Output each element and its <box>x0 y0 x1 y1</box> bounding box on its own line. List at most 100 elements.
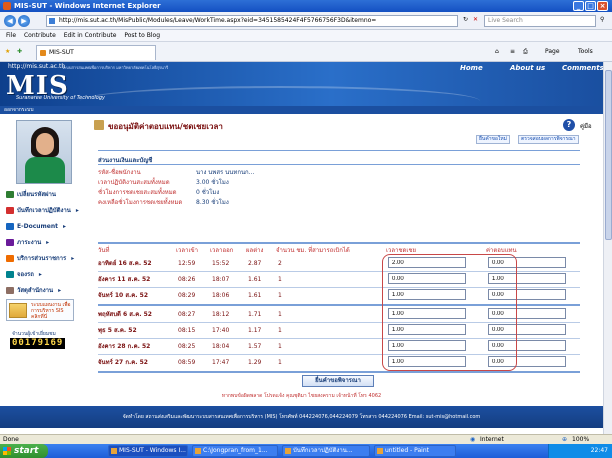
ie-icon <box>111 448 117 454</box>
form-icon <box>94 120 104 130</box>
home-link[interactable]: Home <box>460 64 483 72</box>
start-button[interactable]: start <box>0 444 48 458</box>
visitor-counter: 00179169 <box>10 338 66 349</box>
taskbar-item-paint[interactable]: untitled - Paint <box>374 445 456 457</box>
page-menu[interactable]: Page <box>545 47 560 57</box>
edit-contribute-button[interactable]: Edit in Contribute <box>64 32 117 39</box>
windows-flag-icon <box>3 447 11 455</box>
home-icon[interactable]: ⌂ <box>495 47 499 57</box>
col-diff: ผลต่าง <box>246 247 264 254</box>
web-page: http://mis.sut.ac.th ระบบสารสนเทศเพื่อกา… <box>0 62 612 434</box>
info-label-accumulated: เวลาปฏิบัติงานสะสมทั้งหมด <box>98 179 170 186</box>
banner-url: http://mis.sut.ac.th <box>8 63 66 70</box>
col-time-in: เวลาเข้า <box>176 247 198 254</box>
print-icon[interactable]: ⎙ <box>523 47 528 57</box>
ie-icon <box>3 2 11 10</box>
tab-label: MIS-SUT <box>49 49 74 56</box>
document-icon <box>285 448 291 454</box>
info-value-employee: นาง นพสร นนทกนก… <box>196 169 255 176</box>
box-icon <box>6 287 14 294</box>
col-date: วันที่ <box>98 247 110 254</box>
site-footer: จัดทำโดย สถานส่งเสริมและพัฒนาระบบสารสนเท… <box>0 406 603 428</box>
address-input[interactable]: http://mis.sut.ac.th/MisPublic/Modules/L… <box>46 15 458 27</box>
menu-car-booking[interactable]: จองรถ ▸ <box>6 270 42 279</box>
menu-e-document[interactable]: E-Document ▸ <box>6 222 66 231</box>
menu-worktime[interactable]: บันทึกเวลาปฏิบัติงาน ▸ <box>6 206 79 215</box>
maximize-button[interactable]: □ <box>585 1 596 11</box>
tools-menu[interactable]: Tools <box>578 47 593 57</box>
site-banner: http://mis.sut.ac.th ระบบสารสนเทศเพื่อกา… <box>0 62 603 106</box>
col-time-out: เวลาออก <box>210 247 234 254</box>
close-button[interactable]: × <box>597 1 608 11</box>
feeds-icon[interactable]: ≡ <box>510 47 515 57</box>
service-icon <box>6 255 14 262</box>
status-text: Done <box>3 436 19 443</box>
system-tray: 22:47 <box>548 444 612 458</box>
menu-workload[interactable]: ภาระงาน ▸ <box>6 238 49 247</box>
file-menu[interactable]: File <box>6 32 16 39</box>
address-toolbar: ◀ ▶ http://mis.sut.ac.th/MisPublic/Modul… <box>0 12 612 30</box>
new-request-button[interactable]: ยื่นคำขอใหม่ <box>476 135 510 144</box>
help-icon[interactable]: ? <box>563 119 575 131</box>
banner-subtitle: ระบบสารสนเทศเพื่อการบริหาร มหาวิทยาลัยเท… <box>62 65 169 70</box>
car-icon <box>6 271 14 278</box>
taskbar: start MIS-SUT - Windows I... C:\Jongpran… <box>0 444 612 458</box>
folder-icon <box>195 448 201 454</box>
window-titlebar: MIS-SUT - Windows Internet Explorer _ □ … <box>0 0 612 12</box>
search-icon[interactable]: ⚲ <box>600 15 604 25</box>
stop-icon[interactable]: ✕ <box>473 15 478 25</box>
favorites-star-icon[interactable]: ★ <box>5 47 10 57</box>
page-icon <box>49 18 55 24</box>
clock-icon <box>6 207 14 214</box>
menu-office-supplies[interactable]: วัสดุสำนักงาน ▸ <box>6 286 61 295</box>
zoom-level[interactable]: 100% <box>572 435 589 444</box>
logo-subtitle: Suranaree University of Technology <box>16 95 105 101</box>
document-icon <box>6 223 14 230</box>
help-label[interactable]: คู่มือ <box>580 121 592 131</box>
logout-link[interactable]: ออกจากระบบ <box>0 106 603 114</box>
paint-icon <box>377 448 383 454</box>
check-result-button[interactable]: ตรวจสอบผลการพิจารณา <box>518 135 579 144</box>
page-title: ขออนุมัติค่าตอบแทน/ชดเชยเวลา <box>94 120 223 133</box>
sis-promo-banner[interactable]: ระบบแผนงาน เพื่อการบริหาร SIS คลิกที่นี่ <box>6 299 74 321</box>
status-bar: Done ◉ Internet ⊕ 100% <box>0 434 612 444</box>
taskbar-item-ie[interactable]: MIS-SUT - Windows I... <box>108 445 188 457</box>
menu-services[interactable]: บริการส่วนราชการ ▸ <box>6 254 74 263</box>
tab-bar: ★ ✚ MIS-SUT ⌂ ≡ ⎙ Page Tools <box>0 42 612 62</box>
contribute-button[interactable]: Contribute <box>24 32 56 39</box>
info-label-remaining: คงเหลือชั่วโมงการชดเชยทั้งหมด <box>98 199 183 206</box>
minimize-button[interactable]: _ <box>573 1 584 11</box>
info-label-employee: รหัส-ชื่อพนักงาน <box>98 169 141 176</box>
info-label-comp-total: ชั่วโมงการชดเชยสะสมทั้งหมด <box>98 189 177 196</box>
zoom-icon: ⊕ <box>562 436 568 443</box>
highlight-annotation <box>382 254 517 371</box>
search-input[interactable]: Live Search <box>484 15 596 27</box>
globe-icon: ◉ <box>470 436 476 443</box>
submit-request-button[interactable]: ยื่นคำขอพิจารณา <box>302 375 374 387</box>
menu-change-password[interactable]: เปลี่ยนรหัสผ่าน <box>6 190 56 199</box>
info-value-accumulated: 3.00 ชั่วโมง <box>196 179 229 186</box>
info-value-remaining: 8.30 ชั่วโมง <box>196 199 229 206</box>
tab-mis-sut[interactable]: MIS-SUT <box>36 45 156 60</box>
contact-note: หากพบข้อผิดพลาด โปรดแจ้ง คุณชุติมา ไชยสง… <box>221 393 382 399</box>
address-text: http://mis.sut.ac.th/MisPublic/Modules/L… <box>59 17 377 24</box>
zone-text: Internet <box>480 436 504 443</box>
taskbar-item-folder[interactable]: C:\Jongpran_from_1... <box>192 445 278 457</box>
about-link[interactable]: About us <box>510 64 545 72</box>
tab-favicon <box>40 50 46 56</box>
refresh-icon[interactable]: ↻ <box>463 15 468 25</box>
clock[interactable]: 22:47 <box>591 447 608 454</box>
avatar <box>16 120 72 184</box>
comments-link[interactable]: Comments <box>562 64 603 72</box>
key-icon <box>6 191 14 198</box>
visitor-counter-label: จำนวนผู้เข้าเยี่ยมชม <box>12 331 56 337</box>
vertical-scrollbar[interactable] <box>603 62 612 434</box>
taskbar-item-document[interactable]: บันทึกเวลาปฏิบัติงาน... <box>282 445 370 457</box>
info-value-comp-total: 0 ชั่วโมง <box>196 189 220 196</box>
add-favorite-icon[interactable]: ✚ <box>17 47 22 57</box>
forward-icon[interactable]: ▶ <box>18 15 30 27</box>
back-icon[interactable]: ◀ <box>4 15 16 27</box>
post-blog-button[interactable]: Post to Blog <box>124 32 160 39</box>
window-title: MIS-SUT - Windows Internet Explorer <box>14 2 161 10</box>
col-claimable: จำนวน ชม. ที่สามารถเบิกได้ <box>276 247 350 254</box>
